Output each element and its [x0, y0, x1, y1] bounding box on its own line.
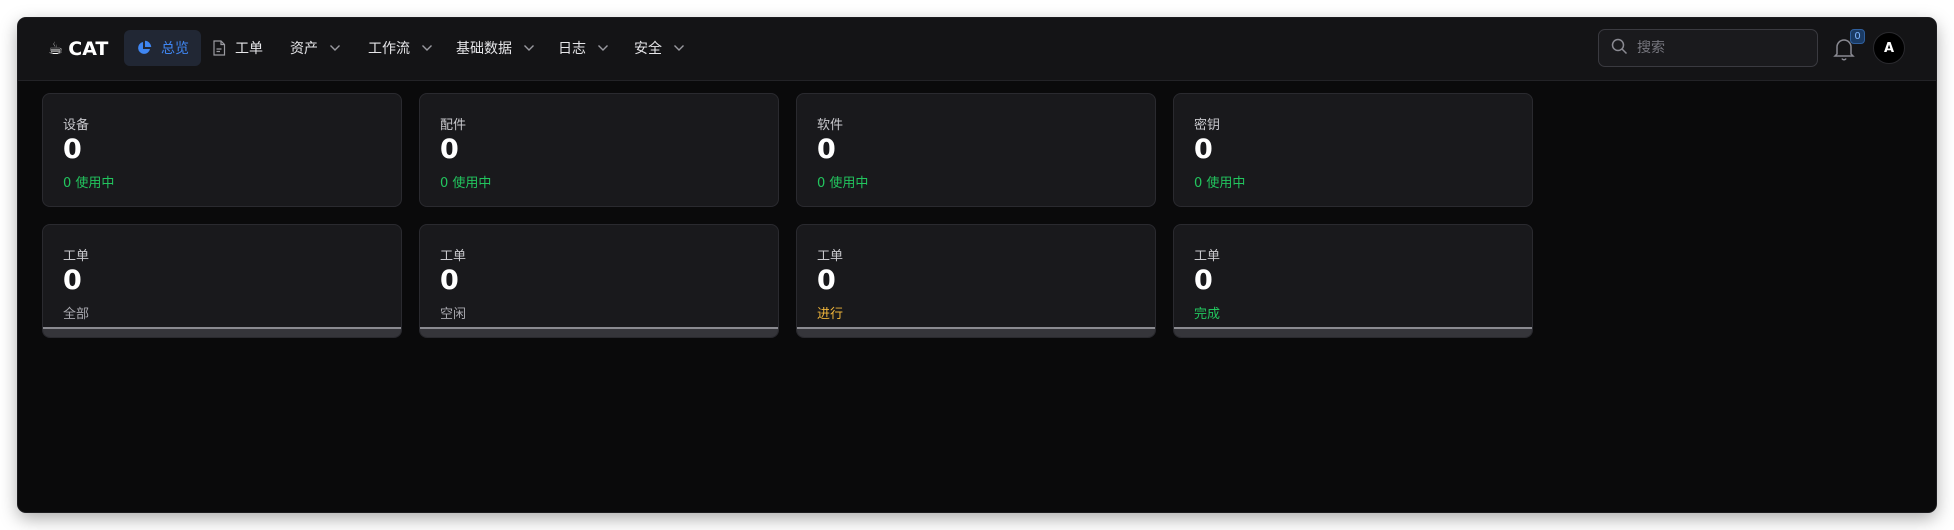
progress-bar	[43, 327, 401, 337]
card-status: 进行	[817, 307, 844, 322]
brand[interactable]: ☕ CAT	[48, 34, 108, 64]
card-in-use: 0 使用中	[817, 176, 869, 191]
card-value: 0	[1194, 265, 1213, 296]
card-value: 0	[817, 265, 836, 296]
document-icon	[212, 40, 226, 56]
card-label: 工单	[817, 249, 844, 264]
nav-workflow[interactable]: 工作流	[356, 30, 445, 66]
stat-card-keys[interactable]: 密钥 0 0 使用中	[1173, 93, 1533, 207]
card-label: 工单	[63, 249, 90, 264]
progress-bar	[1174, 327, 1532, 337]
card-label: 设备	[63, 118, 90, 133]
avatar[interactable]: A	[1873, 32, 1905, 64]
card-value: 0	[63, 134, 82, 165]
search-input[interactable]	[1637, 40, 1797, 56]
card-label: 密钥	[1194, 118, 1221, 133]
nav-basedata-label: 基础数据	[456, 41, 512, 57]
app-window: ☕ CAT 总览 工单 资产 工作流 基础数据 日志 安全 搜索 0 A 设备 …	[18, 18, 1936, 512]
nav-logs-label: 日志	[558, 41, 586, 57]
progress-bar	[420, 327, 778, 337]
card-in-use: 0 使用中	[440, 176, 492, 191]
nav-assets-label: 资产	[290, 41, 318, 57]
stat-card-accessories[interactable]: 配件 0 0 使用中	[419, 93, 779, 207]
app-name: CAT	[68, 38, 109, 60]
card-in-use: 0 使用中	[1194, 176, 1246, 191]
nav-security[interactable]: 安全	[622, 30, 697, 66]
card-value: 0	[63, 265, 82, 296]
stat-card-devices[interactable]: 设备 0 0 使用中	[42, 93, 402, 207]
chevron-down-icon	[329, 44, 341, 52]
card-label: 软件	[817, 118, 844, 133]
stat-card-workorder-in-progress[interactable]: 工单 0 进行	[796, 224, 1156, 338]
card-label: 工单	[1194, 249, 1221, 264]
nav-workorder[interactable]: 工单	[200, 30, 275, 66]
card-value: 0	[1194, 134, 1213, 165]
chevron-down-icon	[673, 44, 685, 52]
stat-card-workorder-idle[interactable]: 工单 0 空闲	[419, 224, 779, 338]
card-status: 完成	[1194, 307, 1221, 322]
nav-assets[interactable]: 资产	[278, 30, 353, 66]
card-value: 0	[817, 134, 836, 165]
card-label: 工单	[440, 249, 467, 264]
progress-bar	[797, 327, 1155, 337]
nav-overview-label: 总览	[161, 41, 189, 57]
notification-count-badge: 0	[1850, 29, 1865, 44]
pie-chart-icon	[136, 40, 152, 56]
card-status: 全部	[63, 307, 90, 322]
card-status: 空闲	[440, 307, 467, 322]
nav-workorder-label: 工单	[235, 41, 263, 57]
coffee-cup-icon: ☕	[48, 38, 64, 59]
nav-workflow-label: 工作流	[368, 41, 410, 57]
nav-security-label: 安全	[634, 41, 662, 57]
chevron-down-icon	[597, 44, 609, 52]
nav-overview[interactable]: 总览	[124, 30, 201, 66]
stat-card-workorder-all[interactable]: 工单 0 全部	[42, 224, 402, 338]
card-in-use: 0 使用中	[63, 176, 115, 191]
card-value: 0	[440, 134, 459, 165]
stat-card-software[interactable]: 软件 0 0 使用中	[796, 93, 1156, 207]
chevron-down-icon	[523, 44, 535, 52]
stat-card-workorder-done[interactable]: 工单 0 完成	[1173, 224, 1533, 338]
search-box[interactable]	[1598, 29, 1818, 67]
nav-logs[interactable]: 日志	[546, 30, 621, 66]
card-label: 配件	[440, 118, 467, 133]
card-value: 0	[440, 265, 459, 296]
chevron-down-icon	[421, 44, 433, 52]
nav-basedata[interactable]: 基础数据	[444, 30, 547, 66]
top-navbar: ☕ CAT 总览 工单 资产 工作流 基础数据 日志 安全 搜索 0 A	[18, 18, 1936, 81]
search-icon	[1611, 38, 1628, 59]
